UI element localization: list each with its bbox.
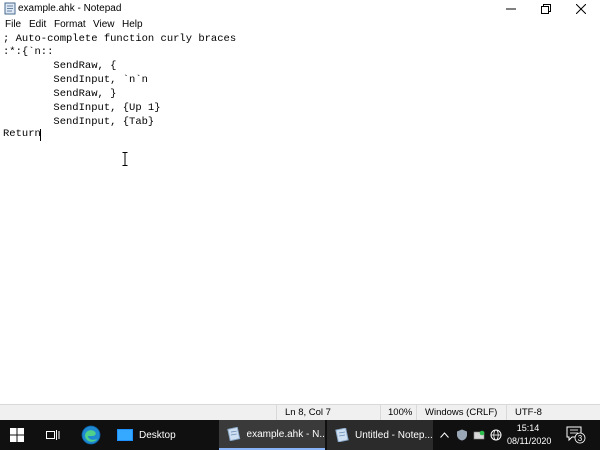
notification-icon: 3	[566, 426, 586, 444]
cursor-position: Ln 8, Col 7	[285, 407, 331, 418]
start-button[interactable]	[10, 420, 24, 450]
windows-logo-icon	[10, 428, 24, 442]
taskbar-window-example[interactable]: example.ahk - N...	[219, 420, 325, 450]
code-line-5: SendRaw, }	[3, 88, 117, 100]
network-tray-button[interactable]	[490, 420, 502, 450]
taskbar-window-label: example.ahk - N...	[246, 428, 325, 440]
code-line-4: SendInput, `n`n	[3, 74, 148, 86]
globe-icon	[490, 429, 502, 441]
minimize-button[interactable]	[496, 0, 526, 17]
code-line-6: SendInput, {Up 1}	[3, 102, 161, 114]
task-view-button[interactable]	[46, 420, 60, 450]
code-line-3: SendRaw, {	[3, 60, 117, 72]
notification-count: 3	[578, 434, 583, 443]
status-divider	[416, 405, 417, 421]
device-tray-button[interactable]	[473, 420, 485, 450]
notepad-icon	[227, 427, 241, 441]
close-icon	[576, 3, 586, 14]
menu-view[interactable]: View	[93, 18, 115, 31]
status-divider	[380, 405, 381, 421]
notepad-icon	[4, 2, 16, 15]
desktop-button[interactable]: Desktop	[117, 420, 176, 450]
minimize-icon	[506, 8, 516, 9]
zoom-level: 100%	[388, 407, 413, 418]
notepad-icon	[335, 428, 349, 442]
menu-bar: File Edit Format View Help	[0, 17, 600, 32]
ibeam-cursor-icon	[121, 152, 129, 170]
close-button[interactable]	[566, 0, 596, 17]
status-bar: Ln 8, Col 7 100% Windows (CRLF) UTF-8	[0, 404, 600, 421]
shield-icon	[457, 429, 467, 441]
code-line-1: ; Auto-complete function curly braces	[3, 33, 237, 45]
text-caret	[40, 129, 41, 141]
text-editor[interactable]: ; Auto-complete function curly braces :*…	[0, 32, 600, 404]
status-divider	[506, 405, 507, 421]
menu-help[interactable]: Help	[122, 18, 143, 31]
menu-file[interactable]: File	[5, 18, 21, 31]
encoding: UTF-8	[515, 407, 542, 418]
line-endings: Windows (CRLF)	[425, 407, 498, 418]
taskbar-clock[interactable]: 15:14 08/11/2020	[507, 422, 552, 448]
menu-edit[interactable]: Edit	[29, 18, 46, 31]
menu-format[interactable]: Format	[54, 18, 86, 31]
code-line-8: Return	[3, 128, 41, 140]
show-hidden-icons-button[interactable]	[440, 420, 449, 450]
notification-center-button[interactable]: 3	[566, 426, 586, 447]
desktop-label: Desktop	[139, 429, 176, 441]
desktop-icon	[117, 429, 133, 441]
edge-browser-button[interactable]	[81, 420, 101, 450]
edge-browser-icon	[81, 425, 101, 445]
taskbar: Desktop example.ahk - N... Untitled - No…	[0, 420, 600, 450]
title-bar: example.ahk - Notepad	[0, 0, 600, 17]
clock-time: 15:14	[516, 423, 540, 433]
window-title: example.ahk - Notepad	[18, 3, 122, 14]
taskbar-window-untitled[interactable]: Untitled - Notep...	[327, 420, 433, 450]
task-view-icon	[46, 430, 60, 440]
clock-date: 08/11/2020	[507, 436, 552, 446]
chevron-up-icon	[440, 432, 449, 438]
security-tray-button[interactable]	[456, 420, 468, 450]
status-divider	[276, 405, 277, 421]
usb-drive-icon	[473, 430, 485, 440]
restore-button[interactable]	[531, 0, 561, 17]
restore-icon	[541, 3, 551, 14]
code-line-2: :*:{`n::	[3, 46, 54, 58]
taskbar-window-label: Untitled - Notep...	[355, 429, 433, 441]
